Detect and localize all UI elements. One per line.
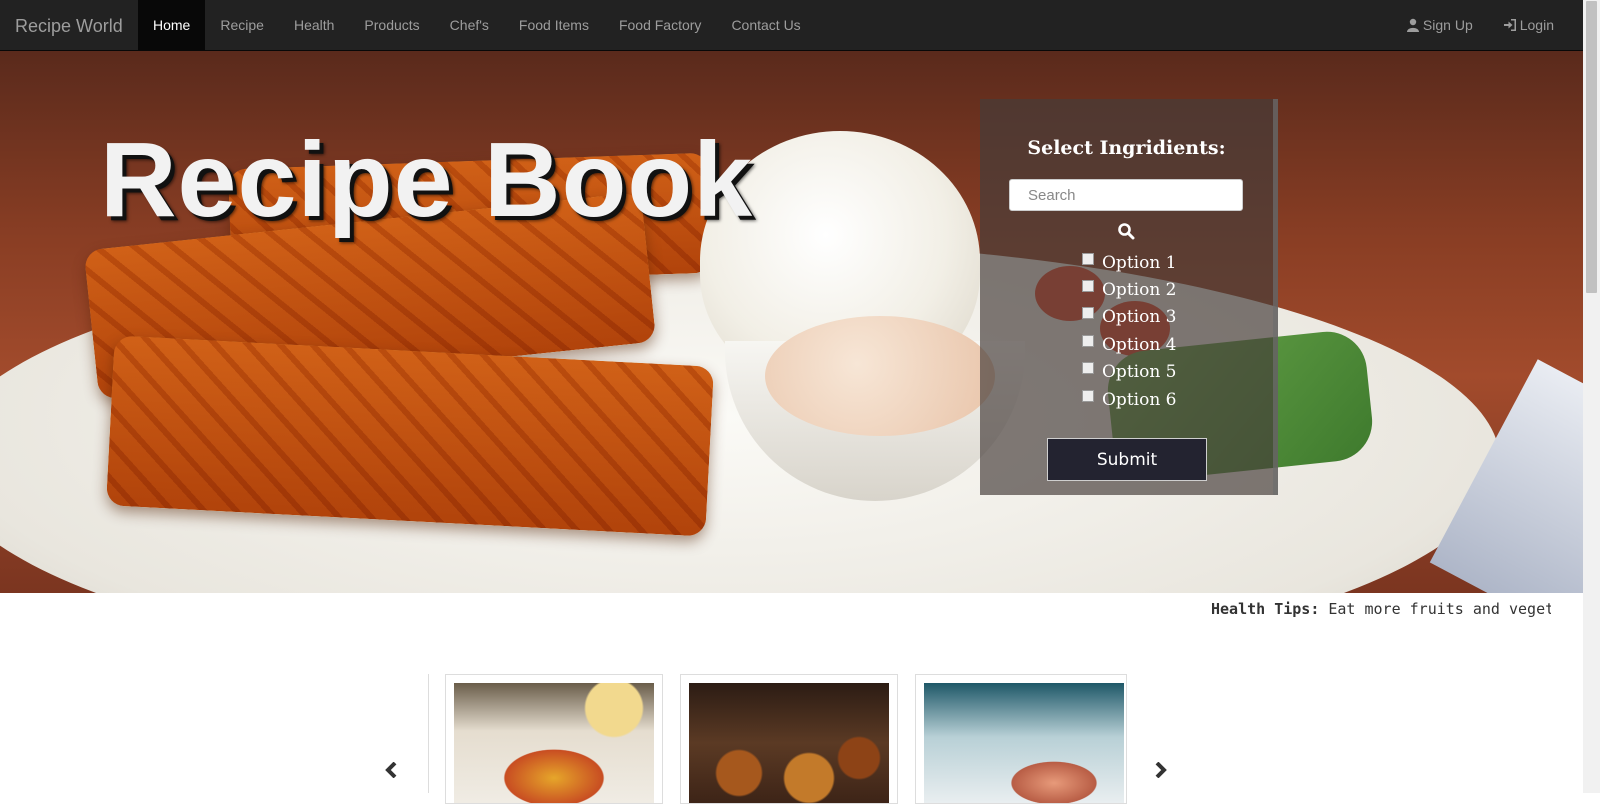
nav-link-health[interactable]: Health — [279, 0, 349, 50]
option-label: Option 4 — [1102, 334, 1177, 355]
carousel-card[interactable] — [915, 674, 1127, 804]
chevron-left-icon[interactable] — [384, 762, 400, 778]
carousel-card[interactable] — [680, 674, 898, 804]
brand-logo-text[interactable]: Recipe World — [15, 16, 123, 36]
nav-links: Home Recipe Health Products Chef's Food … — [138, 0, 816, 50]
hero-image-ice-cream — [765, 316, 995, 436]
option-checkbox[interactable] — [1082, 362, 1094, 375]
nav-link-products[interactable]: Products — [349, 0, 434, 50]
nav-link-chefs[interactable]: Chef's — [435, 0, 504, 50]
page-scrollbar[interactable] — [1583, 0, 1600, 793]
nav-link-food-factory[interactable]: Food Factory — [604, 0, 716, 50]
login-link[interactable]: Login — [1488, 0, 1569, 50]
ingredient-search-input[interactable] — [1009, 179, 1243, 211]
option-checkbox[interactable] — [1082, 307, 1094, 320]
nav-link-contact-us[interactable]: Contact Us — [716, 0, 815, 50]
option-item[interactable]: Option 2 — [1082, 276, 1177, 303]
ingredient-search-panel: Select Ingridients: Option 1 Option 2 Op… — [980, 99, 1278, 495]
option-item[interactable]: Option 4 — [1082, 331, 1177, 358]
option-label: Option 6 — [1102, 389, 1177, 410]
login-icon — [1503, 19, 1516, 31]
carousel-card-image — [689, 683, 889, 803]
carousel-card-image — [454, 683, 654, 803]
option-item[interactable]: Option 5 — [1082, 359, 1177, 386]
signup-link[interactable]: Sign Up — [1391, 0, 1488, 50]
nav-account-links: Sign Up Login — [1391, 0, 1569, 50]
health-tips-marquee: Health Tips: Eat more fruits and vegetabl… — [0, 597, 1551, 621]
option-label: Option 2 — [1102, 280, 1177, 301]
health-tips-text: Eat more fruits and vegetables — [1328, 600, 1551, 618]
recipe-carousel — [380, 674, 1180, 804]
option-checkbox[interactable] — [1082, 252, 1094, 265]
option-item[interactable]: Option 6 — [1082, 386, 1177, 413]
top-navbar: Recipe World Home Recipe Health Products… — [0, 0, 1583, 51]
panel-title: Select Ingridients: — [1027, 137, 1226, 159]
hero-image-waffle — [105, 335, 715, 537]
option-label: Option 3 — [1102, 307, 1177, 328]
option-item[interactable]: Option 3 — [1082, 304, 1177, 331]
carousel-card-edge — [428, 674, 429, 793]
carousel-card-image — [924, 683, 1124, 803]
ingredient-options: Option 1 Option 2 Option 3 Option 4 Opti… — [1082, 249, 1177, 413]
search-icon[interactable] — [1117, 222, 1135, 240]
signup-label: Sign Up — [1422, 17, 1473, 33]
login-label: Login — [1519, 17, 1554, 33]
hero-title: Recipe Book — [100, 121, 754, 239]
scrollbar-thumb[interactable] — [1586, 1, 1597, 293]
nav-link-food-items[interactable]: Food Items — [504, 0, 604, 50]
nav-link-home[interactable]: Home — [138, 0, 206, 50]
option-checkbox[interactable] — [1082, 280, 1094, 293]
option-item[interactable]: Option 1 — [1082, 249, 1177, 276]
chevron-right-icon[interactable] — [1152, 762, 1168, 778]
option-checkbox[interactable] — [1082, 334, 1094, 347]
health-tips-label: Health Tips: — [1211, 600, 1320, 618]
submit-button[interactable]: Submit — [1047, 438, 1207, 481]
option-label: Option 1 — [1102, 252, 1177, 273]
nav-link-recipe[interactable]: Recipe — [205, 0, 279, 50]
option-checkbox[interactable] — [1082, 389, 1094, 402]
carousel-card[interactable] — [445, 674, 663, 804]
user-icon — [1406, 18, 1419, 32]
option-label: Option 5 — [1102, 362, 1177, 383]
hero-banner: Recipe Book Select Ingridients: Option 1… — [0, 51, 1583, 593]
